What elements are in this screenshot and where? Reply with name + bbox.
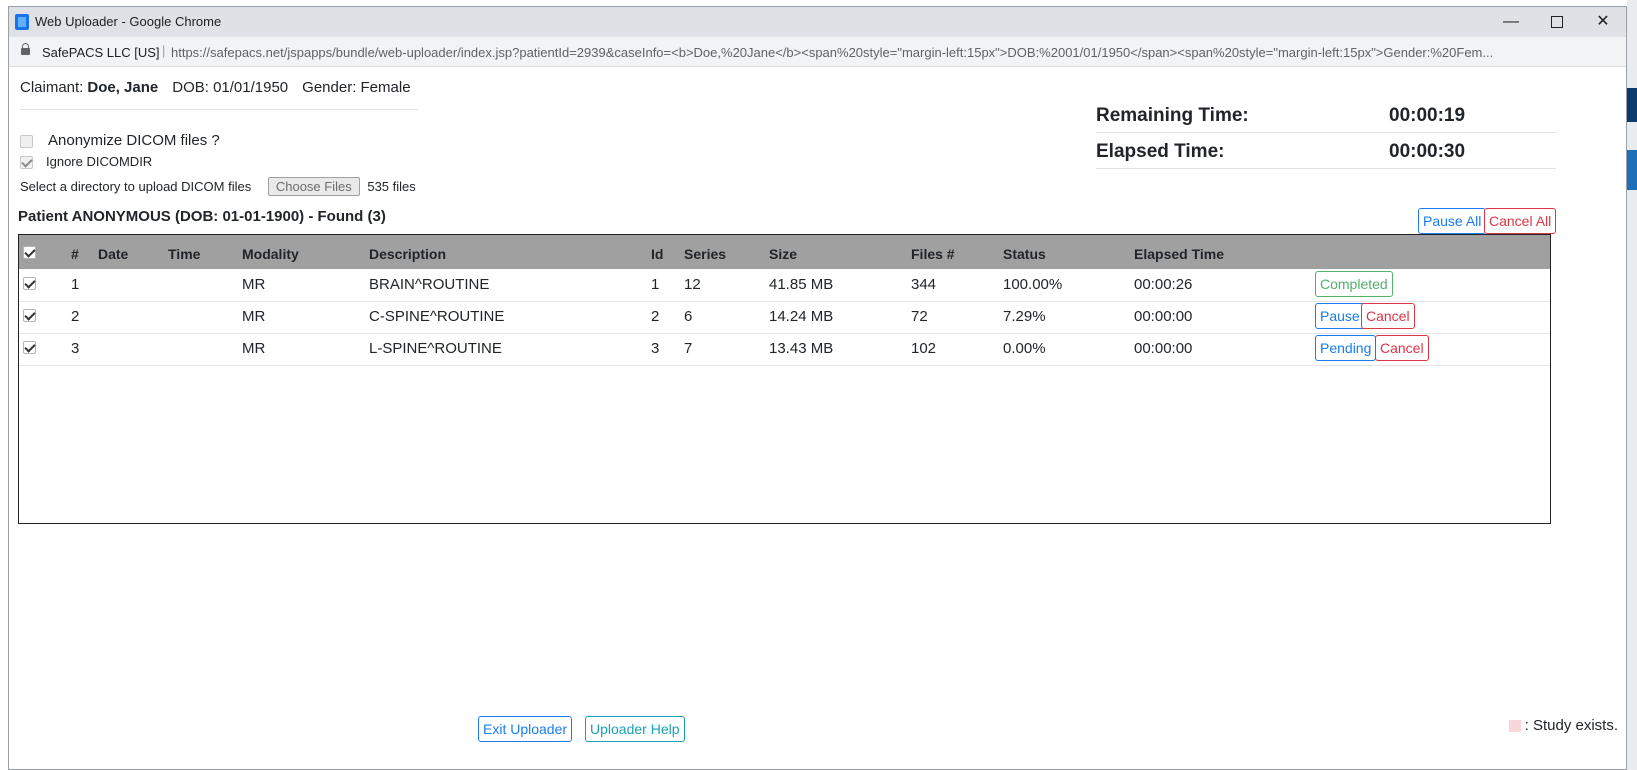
- cell-id: 3: [651, 340, 660, 357]
- header-size: Size: [769, 246, 798, 262]
- anonymize-checkbox[interactable]: [20, 134, 33, 148]
- header-files: Files #: [911, 246, 955, 262]
- ignore-dicomdir-label: Ignore DICOMDIR: [46, 154, 153, 169]
- cell-elapsed: 00:00:00: [1134, 340, 1193, 357]
- table-row: 3 MR L-SPINE^ROUTINE 3 7 13.43 MB 102 0.…: [19, 333, 1550, 366]
- claimant-gender: Gender: Female: [302, 79, 411, 96]
- cell-files: 72: [911, 308, 928, 325]
- cell-modality: MR: [242, 340, 266, 357]
- pause-all-button[interactable]: Pause All: [1418, 208, 1487, 234]
- minimize-icon[interactable]: —: [1488, 7, 1534, 37]
- cell-id: 1: [651, 276, 660, 293]
- study-exists-swatch: [1508, 720, 1521, 733]
- cell-elapsed: 00:00:26: [1134, 276, 1193, 293]
- table-row: 1 MR BRAIN^ROUTINE 1 12 41.85 MB 344 100…: [19, 269, 1550, 302]
- window-title: Web Uploader - Google Chrome: [35, 14, 222, 29]
- cell-files: 102: [911, 340, 937, 357]
- cell-files: 344: [911, 276, 937, 293]
- study-exists-legend: : Study exists.: [1508, 717, 1618, 734]
- select-dir-label: Select a directory to upload DICOM files: [20, 179, 252, 194]
- row-checkbox[interactable]: [23, 306, 36, 323]
- claimant-name: Doe, Jane: [87, 79, 159, 96]
- timers-panel: Remaining Time: 00:00:19 Elapsed Time: 0…: [1096, 97, 1556, 169]
- cancel-button[interactable]: Cancel: [1361, 303, 1415, 329]
- cell-size: 41.85 MB: [769, 276, 834, 293]
- header-series: Series: [684, 246, 727, 262]
- cell-status: 7.29%: [1003, 308, 1046, 325]
- cell-series: 6: [684, 308, 693, 325]
- elapsed-time-label: Elapsed Time:: [1096, 141, 1225, 162]
- uploader-content: Claimant: Doe, Jane DOB: 01/01/1950 Gender:…: [9, 67, 1626, 769]
- divider: [20, 109, 418, 110]
- cell-status: 100.00%: [1003, 276, 1063, 293]
- claimant-info: Claimant: Doe, Jane DOB: 01/01/1950 Gender:…: [20, 79, 411, 96]
- select-all-checkbox[interactable]: [23, 243, 36, 259]
- ignore-dicomdir-checkbox[interactable]: [20, 156, 33, 170]
- maximize-icon[interactable]: [1534, 7, 1580, 37]
- header-number: #: [71, 246, 79, 262]
- pause-button[interactable]: Pause: [1315, 303, 1365, 329]
- cell-number: 3: [71, 340, 80, 357]
- anonymize-label: Anonymize DICOM files ?: [48, 132, 220, 149]
- site-org: SafePACS LLC [US]: [42, 45, 160, 60]
- anonymize-option: Anonymize DICOM files ?: [20, 132, 220, 149]
- header-description: Description: [369, 246, 447, 262]
- app-icon: [15, 14, 29, 30]
- ignore-dicomdir-option: Ignore DICOMDIR: [20, 154, 153, 170]
- header-id: Id: [651, 246, 664, 262]
- header-elapsed-time: Elapsed Time: [1134, 246, 1225, 262]
- row-checkbox[interactable]: [23, 274, 36, 291]
- url-text[interactable]: https://safepacs.net/jspapps/bundle/web-…: [171, 45, 1621, 60]
- cell-series: 12: [684, 276, 701, 293]
- cell-description: C-SPINE^ROUTINE: [369, 308, 505, 325]
- lock-icon: [21, 43, 30, 55]
- cancel-button[interactable]: Cancel: [1375, 335, 1429, 361]
- studies-table: # Date Time Modality Description Id Seri…: [18, 234, 1551, 524]
- cell-description: BRAIN^ROUTINE: [369, 276, 490, 293]
- header-date: Date: [98, 246, 129, 262]
- cell-status: 0.00%: [1003, 340, 1046, 357]
- table-row: 2 MR C-SPINE^ROUTINE 2 6 14.24 MB 72 7.2…: [19, 301, 1550, 334]
- completed-button[interactable]: Completed: [1315, 271, 1393, 297]
- choose-files-button[interactable]: Choose Files: [267, 177, 360, 196]
- cell-number: 2: [71, 308, 80, 325]
- elapsed-time-row: Elapsed Time: 00:00:30: [1096, 133, 1556, 169]
- claimant-dob: DOB: 01/01/1950: [172, 79, 289, 96]
- cell-series: 7: [684, 340, 693, 357]
- cell-modality: MR: [242, 276, 266, 293]
- exit-uploader-button[interactable]: Exit Uploader: [478, 716, 573, 742]
- header-modality: Modality: [242, 246, 299, 262]
- remaining-time-label: Remaining Time:: [1096, 105, 1249, 126]
- remaining-time-row: Remaining Time: 00:00:19: [1096, 97, 1556, 133]
- address-separator: |: [162, 43, 166, 58]
- claimant-label: Claimant:: [20, 79, 84, 96]
- cell-id: 2: [651, 308, 660, 325]
- cell-description: L-SPINE^ROUTINE: [369, 340, 502, 357]
- patient-title: Patient ANONYMOUS (DOB: 01-01-1900) - Fo…: [18, 208, 386, 225]
- close-icon[interactable]: ✕: [1580, 7, 1626, 37]
- elapsed-time-value: 00:00:30: [1389, 141, 1466, 162]
- cancel-all-button[interactable]: Cancel All: [1484, 208, 1557, 234]
- uploader-help-button[interactable]: Uploader Help: [585, 716, 685, 742]
- header-status: Status: [1003, 246, 1046, 262]
- background-page: [1627, 0, 1637, 770]
- browser-window: Web Uploader - Google Chrome — ✕ SafePAC…: [8, 6, 1627, 770]
- cell-size: 13.43 MB: [769, 340, 834, 357]
- remaining-time-value: 00:00:19: [1389, 105, 1466, 126]
- legend-label: : Study exists.: [1524, 717, 1618, 734]
- row-checkbox[interactable]: [23, 338, 36, 355]
- title-bar: Web Uploader - Google Chrome — ✕: [9, 7, 1626, 37]
- table-header: # Date Time Modality Description Id Seri…: [19, 235, 1550, 269]
- cell-size: 14.24 MB: [769, 308, 834, 325]
- address-bar[interactable]: SafePACS LLC [US] | https://safepacs.net…: [9, 37, 1626, 67]
- cell-number: 1: [71, 276, 80, 293]
- directory-select: Select a directory to upload DICOM files…: [20, 177, 416, 196]
- cell-modality: MR: [242, 308, 266, 325]
- cell-elapsed: 00:00:00: [1134, 308, 1193, 325]
- pending-button[interactable]: Pending: [1315, 335, 1377, 361]
- file-count: 535 files: [367, 179, 416, 194]
- header-time: Time: [168, 246, 201, 262]
